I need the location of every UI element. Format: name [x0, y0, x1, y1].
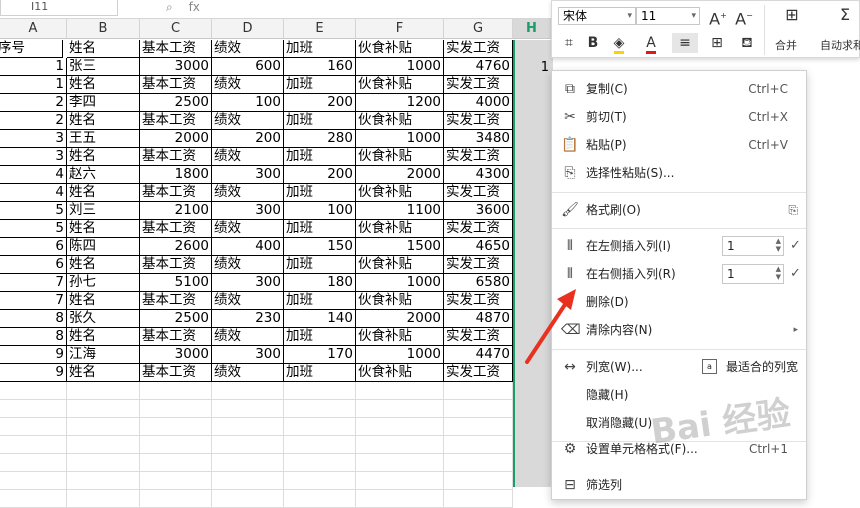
empty-cell[interactable]	[67, 490, 140, 508]
empty-cell[interactable]	[444, 490, 513, 508]
empty-cell[interactable]	[0, 490, 67, 508]
empty-cell[interactable]	[356, 490, 444, 508]
empty-cell[interactable]	[140, 490, 212, 508]
empty-cell[interactable]	[212, 490, 284, 508]
empty-cell[interactable]	[284, 490, 356, 508]
